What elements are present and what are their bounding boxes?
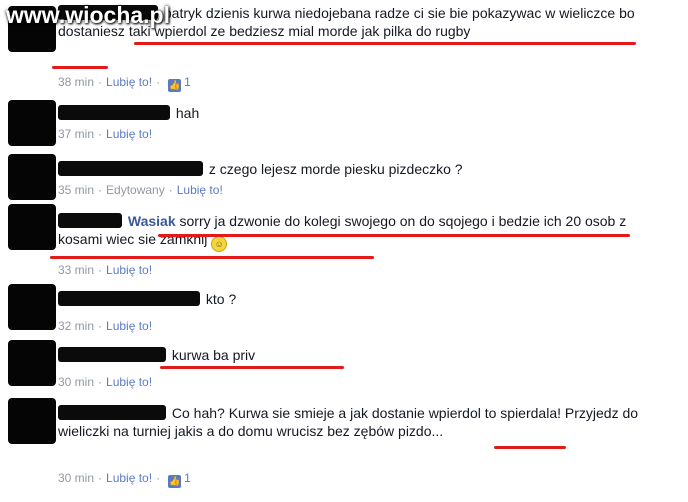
like-count[interactable]: 1 — [184, 75, 191, 89]
comment-text-block: z czego lejesz morde piesku pizdeczko ? — [58, 160, 648, 178]
highlight-underline — [134, 42, 636, 45]
comment-time[interactable]: 38 min — [58, 75, 94, 89]
comment-text: z czego lejesz morde piesku pizdeczko ? — [208, 161, 463, 177]
highlight-underline — [52, 66, 108, 69]
comment-text-block: hah — [58, 104, 648, 122]
avatar[interactable] — [8, 340, 56, 386]
comment-time[interactable]: 30 min — [58, 375, 94, 389]
like-link[interactable]: Lubię to! — [106, 319, 152, 333]
comment-text-block: kurwa ba priv — [58, 346, 648, 364]
author-name-redacted[interactable] — [58, 347, 166, 362]
comment-text: kto ? — [205, 291, 237, 307]
comment-meta: 30 min · Lubię to! — [58, 375, 153, 389]
comment-time[interactable]: 37 min — [58, 127, 94, 141]
comment-meta: 35 min · Edytowany · Lubię to! — [58, 183, 223, 197]
watermark: www.wiocha.pl — [6, 2, 170, 28]
comment-meta: 32 min · Lubię to! — [58, 319, 153, 333]
comment-meta: 33 min · Lubię to! — [58, 263, 153, 277]
comment-meta: 37 min · Lubię to! — [58, 127, 153, 141]
comment-text: hah — [175, 105, 200, 121]
comment-meta: 38 min · Lubię to! · 👍 1 — [58, 75, 191, 92]
comment-time[interactable]: 35 min — [58, 183, 94, 197]
like-link[interactable]: Lubię to! — [106, 471, 152, 485]
like-link[interactable]: Lubię to! — [106, 375, 152, 389]
thumbs-up-icon: 👍 — [168, 475, 182, 488]
comment-time[interactable]: 32 min — [58, 319, 94, 333]
highlight-underline — [160, 366, 344, 369]
like-link[interactable]: Lubię to! — [106, 75, 152, 89]
highlight-underline — [494, 446, 566, 449]
comment-text-block: kto ? — [58, 290, 648, 308]
edited-label[interactable]: Edytowany — [106, 183, 165, 197]
like-count[interactable]: 1 — [184, 471, 191, 485]
avatar[interactable] — [8, 398, 56, 444]
comment-time[interactable]: 30 min — [58, 471, 94, 485]
highlight-underline — [158, 234, 630, 237]
comment-text-block: Co hah? Kurwa sie smieje a jak dostanie … — [58, 404, 648, 440]
author-name-redacted[interactable] — [58, 213, 122, 228]
like-link[interactable]: Lubię to! — [106, 263, 152, 277]
avatar[interactable] — [8, 204, 56, 250]
avatar[interactable] — [8, 284, 56, 330]
avatar[interactable] — [8, 154, 56, 200]
comment-author[interactable]: Wasiak — [128, 213, 176, 229]
comment-time[interactable]: 33 min — [58, 263, 94, 277]
author-name-redacted[interactable] — [58, 161, 203, 176]
comment-meta: 30 min · Lubię to! · 👍 1 — [58, 471, 191, 488]
author-name-redacted[interactable] — [58, 291, 200, 306]
highlight-underline — [50, 256, 374, 259]
author-name-redacted[interactable] — [58, 105, 170, 120]
thumbs-up-icon: 👍 — [168, 79, 182, 92]
avatar[interactable] — [8, 100, 56, 146]
comment-text: kurwa ba priv — [171, 347, 256, 363]
author-name-redacted[interactable] — [58, 405, 166, 420]
comment-text-block: Wasiak sorry ja dzwonie do kolegi swojeg… — [58, 212, 648, 252]
like-link[interactable]: Lubię to! — [106, 127, 152, 141]
smiley-icon: ☺ — [211, 236, 228, 252]
like-link[interactable]: Lubię to! — [177, 183, 223, 197]
